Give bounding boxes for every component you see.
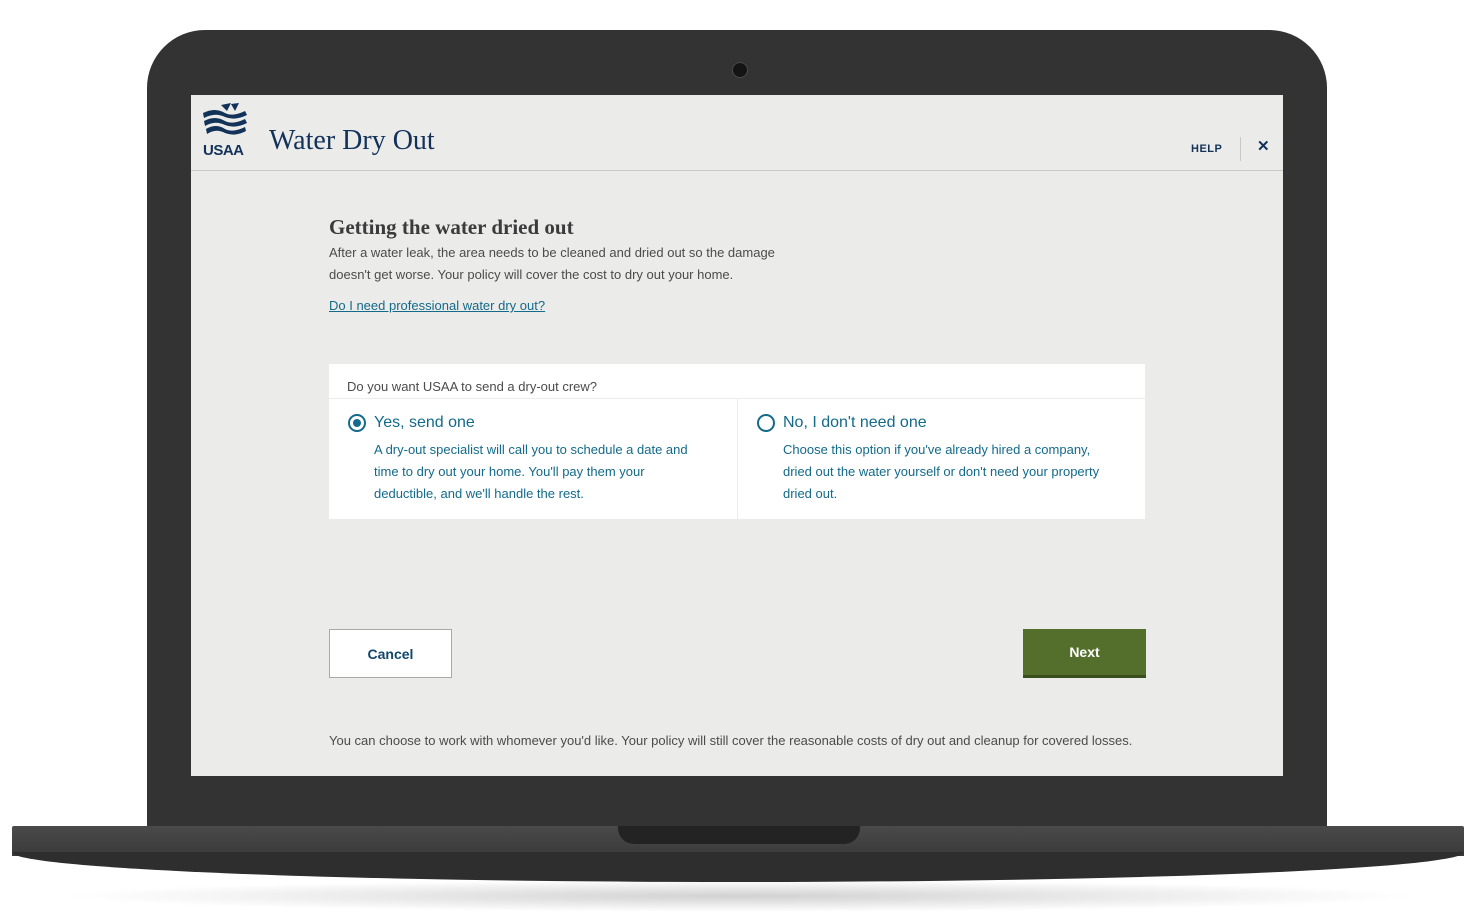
header-divider: [1240, 137, 1241, 161]
option-description: Choose this option if you've already hir…: [783, 442, 1100, 501]
laptop-shadow: [60, 880, 1422, 912]
app-title: Water Dry Out: [269, 125, 435, 156]
app-screen: USAA Water Dry Out HELP ✕ Getting the wa…: [191, 95, 1283, 776]
footnote-text: You can choose to work with whomever you…: [329, 733, 1133, 748]
eagle-stripes: [203, 103, 247, 135]
page-title: Getting the water dried out: [329, 215, 574, 239]
intro-text: After a water leak, the area needs to be…: [329, 245, 775, 282]
cancel-button[interactable]: Cancel: [329, 629, 452, 678]
option-no-dont-need[interactable]: No, I don't need one Choose this option …: [738, 399, 1145, 519]
help-link[interactable]: HELP: [1191, 143, 1222, 155]
webcam-icon: [732, 62, 748, 78]
option-yes-send-one[interactable]: Yes, send one A dry-out specialist will …: [329, 399, 737, 519]
option-title: No, I don't need one: [783, 414, 927, 431]
radio-checked-icon[interactable]: [348, 414, 366, 432]
app-header: USAA Water Dry Out HELP ✕: [191, 95, 1283, 171]
laptop-notch: [618, 826, 860, 844]
option-description: A dry-out specialist will call you to sc…: [374, 442, 688, 501]
close-icon[interactable]: ✕: [1257, 139, 1270, 154]
professional-dry-out-link[interactable]: Do I need professional water dry out?: [329, 298, 545, 313]
laptop-base-edge: [12, 852, 1464, 882]
logo-text: USAA: [203, 142, 244, 159]
question-label: Do you want USAA to send a dry-out crew?: [347, 379, 598, 394]
question-card: Do you want USAA to send a dry-out crew?…: [329, 364, 1145, 519]
usaa-eagle-logo-icon: USAA: [201, 103, 253, 159]
radio-unchecked-icon[interactable]: [757, 414, 775, 432]
option-title: Yes, send one: [374, 414, 475, 431]
next-button[interactable]: Next: [1023, 629, 1146, 678]
